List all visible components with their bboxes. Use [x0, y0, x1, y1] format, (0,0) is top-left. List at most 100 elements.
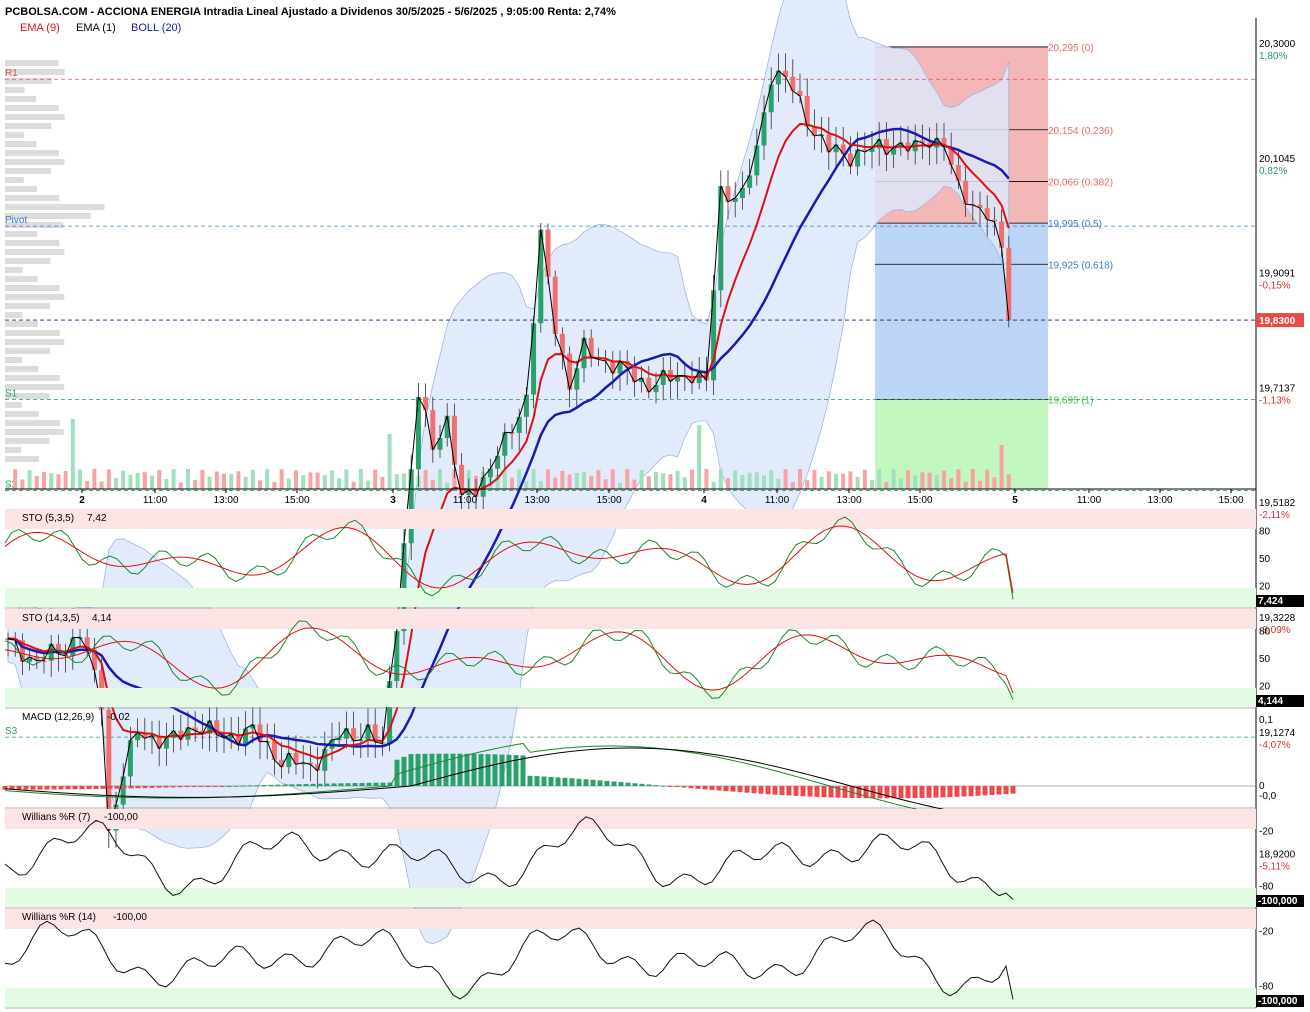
macd-histogram-bar: [331, 783, 337, 786]
volume-bar: [970, 469, 975, 489]
macd-histogram-bar: [16, 786, 22, 790]
volume-bar: [171, 469, 176, 489]
macd-histogram-bar: [198, 786, 204, 787]
volume-profile-bar: [5, 231, 38, 237]
sto2-value: 4,14: [92, 613, 112, 624]
macd-histogram-bar: [121, 786, 127, 789]
macd-histogram-bar: [100, 786, 106, 789]
williams-r-14-panel: -20 -80 -100,000: [4, 909, 1304, 1009]
macd-histogram-bar: [968, 786, 974, 797]
volume-profile-bar: [5, 357, 23, 363]
volume-profile-bar: [5, 195, 60, 201]
panel-tick: -20: [1259, 826, 1274, 837]
volume-bar: [560, 470, 565, 489]
macd-histogram-bar: [226, 785, 232, 787]
volume-profile-bar: [5, 276, 38, 282]
macd-histogram-bar: [464, 753, 470, 786]
candle-body: [552, 276, 558, 334]
volume-bar: [394, 474, 399, 489]
volume-profile-bar: [5, 168, 52, 174]
volume-bar: [70, 419, 75, 489]
candle-body: [804, 95, 810, 127]
candle-body: [487, 468, 493, 478]
macd-histogram-bar: [765, 786, 771, 795]
time-tick-label: 4: [701, 495, 707, 506]
volume-bar: [330, 470, 334, 489]
macd-histogram-bar: [317, 783, 323, 786]
williams-r-7-panel: -20 -80 -100,000: [4, 809, 1304, 909]
price-tick: 19,5182: [1259, 498, 1296, 509]
macd-histogram-bar: [807, 786, 813, 797]
macd-histogram-bar: [674, 786, 680, 787]
fib-level-label: 19,995 (0.5): [1048, 219, 1102, 230]
candle-body: [811, 126, 817, 136]
macd-histogram-bar: [1003, 786, 1009, 795]
macd-histogram-bar: [485, 754, 491, 786]
volume-bar: [121, 470, 126, 489]
volume-profile-bar: [5, 420, 61, 426]
macd-histogram-bar: [912, 786, 918, 799]
candle-body: [963, 180, 969, 205]
volume-bar: [798, 469, 802, 489]
macd-histogram-bar: [821, 786, 827, 798]
candle-body: [163, 737, 169, 749]
volume-bar: [222, 473, 226, 489]
macd-histogram-bar: [758, 786, 764, 794]
macd-histogram-bar: [282, 784, 288, 786]
macd-histogram-bar: [800, 786, 806, 797]
volume-bar: [661, 473, 666, 489]
macd-histogram-bar: [65, 786, 71, 790]
volume-bar: [790, 482, 795, 489]
macd-histogram-bar: [772, 786, 778, 795]
macd-histogram-bar: [394, 759, 400, 786]
volume-bar: [949, 478, 954, 489]
macd-histogram-bar: [954, 786, 960, 797]
candle-body: [120, 776, 126, 805]
fib-level-label: 19,925 (0.618): [1048, 260, 1113, 271]
macd-histogram-bar: [527, 775, 533, 786]
candle-body: [351, 728, 357, 742]
price-tick: 19,3228: [1259, 613, 1296, 624]
volume-profile-bar: [5, 186, 37, 192]
volume-bar: [654, 471, 658, 489]
oversold-zone: [5, 688, 1256, 707]
macd-histogram-bar: [709, 786, 715, 790]
macd-histogram-bar: [191, 786, 197, 787]
macd-label: MACD (12,26,9): [22, 712, 94, 723]
wr14-value: -100,00: [113, 912, 147, 923]
macd-histogram-bar: [114, 786, 120, 789]
volume-profile-bar: [5, 240, 60, 246]
panel-value-label: 4,144: [1258, 696, 1283, 707]
candle-body: [365, 724, 371, 740]
pct-tick: -1,13%: [1259, 395, 1291, 406]
volume-bar: [34, 476, 39, 489]
volume-bar: [243, 476, 248, 489]
volume-profile: [5, 60, 105, 462]
price-tick: 20,1045: [1259, 154, 1296, 165]
candle-body: [1006, 247, 1012, 321]
candle-body: [754, 145, 760, 176]
macd-histogram-bar: [247, 785, 253, 787]
macd-histogram-bar: [30, 786, 36, 790]
volume-bar: [78, 469, 82, 489]
volume-bar: [135, 472, 140, 489]
volume-bar: [366, 480, 370, 489]
candle-body: [545, 229, 551, 277]
candle-body: [459, 464, 465, 495]
panel-tick: 50: [1259, 554, 1271, 565]
macd-histogram-bar: [625, 782, 631, 786]
volume-bar: [128, 474, 133, 489]
candle-body: [293, 752, 299, 765]
volume-bar: [200, 469, 205, 489]
volume-profile-bar: [5, 339, 65, 345]
candle-body: [999, 221, 1005, 248]
candle-body: [343, 728, 349, 739]
volume-profile-bar: [5, 159, 65, 165]
macd-histogram-bar: [233, 785, 239, 787]
time-tick-label: 15:00: [284, 495, 309, 506]
volume-bar: [423, 469, 428, 489]
volume-bar: [531, 469, 536, 489]
time-tick-label: 13:00: [836, 495, 861, 506]
volume-bar: [963, 481, 968, 489]
macd-histogram-bar: [842, 786, 848, 798]
